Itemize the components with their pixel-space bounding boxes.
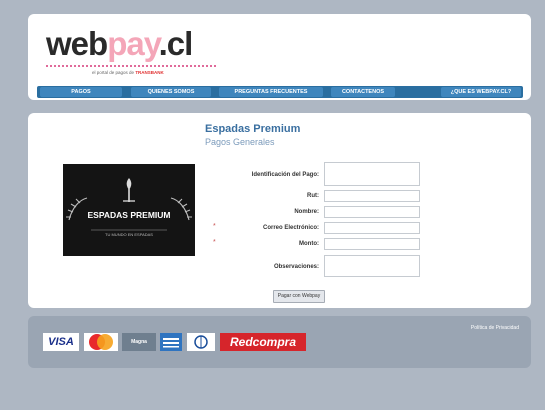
nav-item-pagos[interactable]: PAGOS — [40, 87, 122, 97]
observaciones-field[interactable] — [324, 255, 420, 277]
merchant-logo-subtext: TU MUNDO EN ESPADAS — [105, 232, 153, 237]
main-nav: PAGOS QUIENES SOMOS PREGUNTAS FRECUENTES… — [37, 86, 523, 98]
merchant-subtitle: Pagos Generales — [205, 137, 275, 147]
tagline: el portal de pagos de TRANSBANK — [92, 70, 164, 75]
mastercard-logo — [84, 333, 118, 351]
label-observaciones: Observaciones: — [273, 264, 319, 270]
nav-item-contactenos[interactable]: CONTACTENOS — [331, 87, 395, 97]
tagline-brand: TRANSBANK — [135, 70, 164, 75]
footer: Política de Privacidad VISA Magna Redcom… — [28, 316, 531, 368]
nav-item-que-es-webpay[interactable]: ¿QUE ES WEBPAY.CL? — [441, 87, 521, 97]
label-monto: Monto: — [299, 241, 319, 247]
monto-field[interactable] — [324, 238, 420, 250]
label-correo: Correo Electrónico: — [262, 225, 319, 231]
nombre-field[interactable] — [324, 206, 420, 218]
visa-logo: VISA — [43, 333, 79, 351]
nav-item-quienes-somos[interactable]: QUIENES SOMOS — [131, 87, 211, 97]
payment-card: Espadas Premium Pagos Generales ESPADAS … — [28, 113, 531, 308]
nav-item-preguntas-frecuentes[interactable]: PREGUNTAS FRECUENTES — [219, 87, 323, 97]
visa-logo-text: VISA — [48, 336, 74, 348]
logo-part-web: web — [46, 25, 108, 62]
redcompra-logo-text: Redcompra — [229, 335, 297, 349]
logo-underline — [46, 65, 216, 67]
merchant-title: Espadas Premium — [205, 123, 301, 135]
merchant-logo: ESPADAS PREMIUM TU MUNDO EN ESPADAS — [63, 164, 195, 256]
mastercard-icon — [89, 334, 113, 350]
redcompra-logo: Redcompra — [220, 333, 306, 351]
logo-part-pay: pay — [107, 25, 159, 62]
logo-part-cl: .cl — [158, 25, 194, 62]
magna-logo: Magna — [122, 333, 156, 351]
rut-field[interactable] — [324, 190, 420, 202]
diners-logo — [187, 333, 215, 351]
sword-hilt-icon — [126, 178, 132, 190]
header: webpay.cl el portal de pagos de TRANSBAN… — [28, 14, 531, 100]
diners-icon — [194, 335, 208, 349]
identificacion-field[interactable] — [324, 162, 420, 186]
label-identificacion: Identificación del Pago: — [251, 172, 319, 178]
label-nombre: Nombre: — [294, 209, 319, 215]
pagar-button[interactable]: Pagar con Webpay — [273, 290, 325, 303]
required-marker-monto: * — [213, 239, 216, 246]
privacy-link[interactable]: Política de Privacidad — [471, 325, 519, 331]
merchant-logo-text: ESPADAS PREMIUM — [87, 210, 171, 220]
email-field[interactable] — [324, 222, 420, 234]
webpay-logo[interactable]: webpay.cl — [46, 25, 194, 62]
required-marker-email: * — [213, 223, 216, 230]
amex-icon — [163, 338, 179, 348]
magna-logo-text: Magna — [131, 339, 147, 345]
tagline-prefix: el portal de pagos de — [92, 70, 135, 75]
amex-logo — [160, 333, 182, 351]
label-rut: Rut: — [307, 193, 319, 199]
